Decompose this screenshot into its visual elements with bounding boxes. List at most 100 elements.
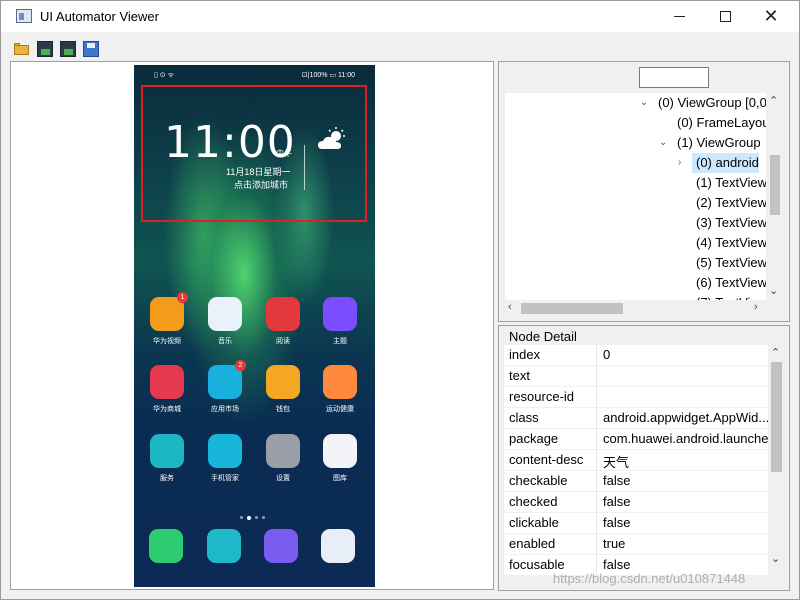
toolbar [1,33,799,59]
page-dot-active [247,515,251,520]
dock-browser-icon[interactable] [264,529,298,563]
dock-messages-icon[interactable] [207,529,241,563]
detail-row[interactable]: checked false [504,492,768,513]
detail-key: text [509,368,530,383]
detail-value: 0 [603,347,611,362]
app-label: 服务 [160,475,174,482]
detail-column-divider [596,492,597,513]
detail-row[interactable]: resource-id [504,387,768,408]
detail-key: package [509,431,559,446]
app-icon-8[interactable]: 服务 [142,434,192,483]
app-icon-4[interactable]: 华为商城 [142,365,192,414]
app-label: 华为视频 [153,338,181,345]
tree-node[interactable]: (0) ViewGroup [0,0 [654,93,767,113]
tree-node[interactable]: (4) TextView [692,233,767,253]
detail-row[interactable]: class android.appwidget.AppWid... [504,408,768,429]
app-icon-11[interactable]: 图库 [315,434,365,483]
app-icon-3[interactable]: 主题 [315,297,365,346]
detail-column-divider [596,387,597,408]
app-label: 阅读 [276,338,290,345]
tree-node[interactable]: (5) TextView [692,253,767,273]
detail-key: checkable [509,473,568,488]
app-tile [150,434,184,468]
app-icon-6[interactable]: 钱包 [258,365,308,414]
app-tile: 1 [150,292,188,331]
notification-badge: 2 [235,360,246,371]
tree-node[interactable]: (0) FrameLayou [673,113,769,133]
collapse-chevron-icon[interactable]: ⌄ [640,93,648,113]
tree-vertical-scroll-thumb[interactable] [770,155,780,215]
title-bar[interactable]: UI Automator Viewer ✕ [1,1,799,32]
app-icon-2[interactable]: 阅读 [258,297,308,346]
app-icon-7[interactable]: 运动健康 [315,365,365,414]
detail-row[interactable]: text [504,366,768,387]
maximize-icon [719,11,731,22]
detail-row[interactable]: content-desc 天气 [504,450,768,471]
tree-node[interactable]: (1) TextView [692,173,767,193]
status-bar-right: ⊡|100% ▭ 11:00 [301,72,355,79]
detail-scroll-up-icon[interactable]: ⌃ [771,346,780,359]
page-indicator [240,515,265,520]
dock-phone-icon[interactable] [149,529,183,563]
expand-chevron-icon[interactable]: › [678,153,681,173]
detail-value: android.appwidget.AppWid... [603,410,768,425]
detail-row[interactable]: index 0 [504,345,768,366]
scroll-up-icon[interactable]: ⌃ [769,94,778,107]
app-label: 运动健康 [326,406,354,413]
save-icon[interactable] [83,41,99,57]
tree-node[interactable]: (7) TextView [692,293,767,300]
detail-row[interactable]: clickable false [504,513,768,534]
page-dot [255,516,258,519]
close-button[interactable]: ✕ [748,1,794,32]
device-screenshot-compressed-icon[interactable] [60,41,76,57]
detail-value: false [603,515,631,530]
watermark: https://blog.csdn.net/u010871448 [553,571,746,586]
minimize-button[interactable] [656,1,702,32]
detail-row[interactable]: checkable false [504,471,768,492]
tree-search-input[interactable] [639,67,709,88]
detail-column-divider [596,471,597,492]
maximize-button[interactable] [702,1,748,32]
app-tile [150,365,184,399]
detail-row[interactable]: package com.huawei.android.launche [504,429,768,450]
tree-node[interactable]: (3) TextView [692,213,767,233]
collapse-chevron-icon[interactable]: ⌄ [659,133,667,153]
detail-column-divider [596,345,597,366]
app-icon-10[interactable]: 设置 [258,434,308,483]
detail-column-divider [596,534,597,555]
minimize-icon [673,16,685,17]
app-tile [208,297,242,331]
detail-row[interactable]: enabled true [504,534,768,555]
app-label: 音乐 [218,338,232,345]
app-icon-5[interactable]: 2 应用市场 [200,360,250,414]
tree-node[interactable]: (0) android [692,153,759,173]
detail-key: index [509,347,541,362]
app-icon-0[interactable]: 1 华为视频 [142,292,192,346]
app-tile: 2 [208,360,246,399]
dock-camera-icon[interactable] [321,529,355,563]
node-detail-table[interactable]: index 0 text resource-id class android.appwid… [504,345,768,575]
tree-node[interactable]: (2) TextView [692,193,767,213]
detail-vertical-scroll-thumb[interactable] [771,362,782,472]
page-dot [262,516,265,519]
app-icon-9[interactable]: 手机管家 [200,434,250,483]
open-folder-icon[interactable] [14,41,30,57]
close-icon: ✕ [763,6,779,26]
detail-scroll-down-icon[interactable]: ⌄ [771,552,780,565]
window-title: UI Automator Viewer [40,9,159,24]
tree-node[interactable]: (1) ViewGroup [673,133,761,153]
detail-value: false [603,494,631,509]
node-detail-title: Node Detail [509,329,577,344]
scroll-right-icon[interactable]: › [754,301,758,313]
scroll-down-icon[interactable]: ⌄ [769,284,778,297]
scroll-left-icon[interactable]: ‹ [508,301,512,313]
device-screenshot-icon[interactable] [37,41,53,57]
detail-column-divider [596,450,597,471]
app-label: 手机管家 [211,475,239,482]
hierarchy-tree[interactable]: (0) ViewGroup [0,0 ⌄ (0) FrameLayou (1) Vie… [505,93,783,300]
app-icon-1[interactable]: 音乐 [200,297,250,346]
app-label: 应用市场 [211,406,239,413]
detail-key: checked [509,494,558,509]
tree-node[interactable]: (6) TextView [692,273,767,293]
tree-horizontal-scroll-thumb[interactable] [521,303,623,314]
